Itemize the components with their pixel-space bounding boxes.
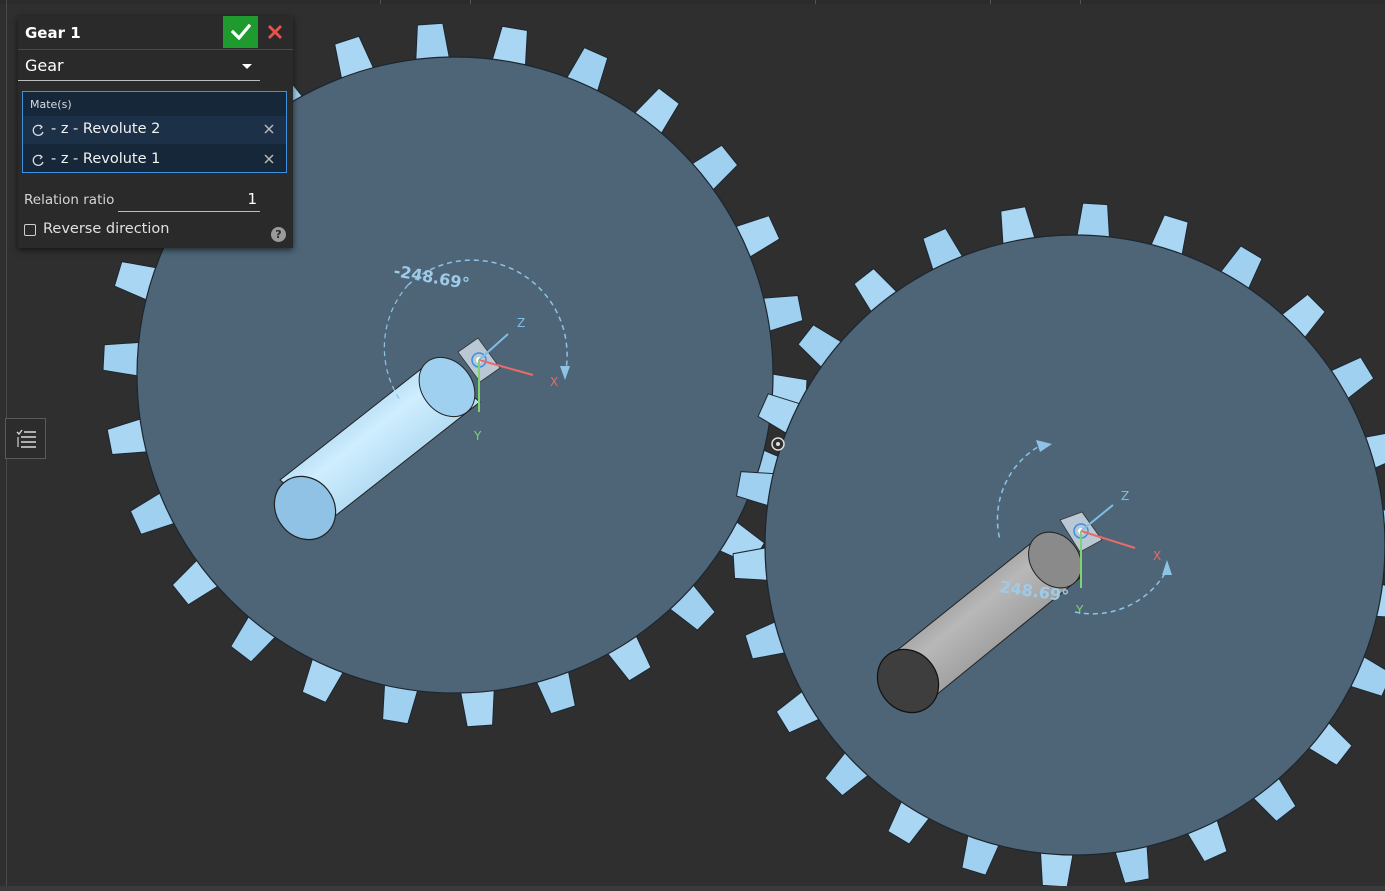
- gear-right[interactable]: 248.69° Z X Y: [732, 202, 1385, 888]
- remove-icon[interactable]: [263, 153, 275, 165]
- relation-ratio-value: 1: [247, 190, 257, 208]
- svg-text:X: X: [1153, 549, 1161, 563]
- accept-button[interactable]: [223, 16, 258, 48]
- close-icon: [268, 25, 282, 39]
- contact-point-marker[interactable]: [771, 437, 785, 451]
- help-icon[interactable]: ?: [271, 227, 286, 242]
- mate-item-label: - z - Revolute 2: [51, 121, 161, 137]
- remove-icon[interactable]: [263, 123, 275, 135]
- mates-label: Mate(s): [30, 98, 72, 111]
- gear-mate-dialog: Gear 1 Gear Mate(s) - z - Revolute 2 - z…: [18, 16, 293, 248]
- svg-text:X: X: [550, 375, 558, 389]
- svg-text:Z: Z: [517, 316, 525, 330]
- reverse-direction-checkbox[interactable]: [24, 224, 36, 236]
- dialog-title: Gear 1: [25, 24, 81, 42]
- cancel-button[interactable]: [260, 16, 290, 48]
- svg-text:Y: Y: [473, 429, 482, 443]
- mates-selection-field[interactable]: Mate(s) - z - Revolute 2 - z - Revolute …: [22, 91, 287, 173]
- list-toggle-button[interactable]: [5, 418, 46, 459]
- check-icon: [230, 24, 251, 40]
- mate-type-dropdown[interactable]: Gear: [18, 54, 260, 81]
- svg-text:Y: Y: [1075, 603, 1084, 617]
- relation-ratio-label: Relation ratio: [24, 192, 115, 208]
- revolute-mate-icon: [32, 124, 44, 136]
- bottom-bar: [0, 886, 1385, 891]
- gear-right-face: [764, 234, 1385, 856]
- mate-item[interactable]: - z - Revolute 2: [23, 116, 286, 144]
- dialog-header: Gear 1: [18, 16, 293, 50]
- mate-type-value: Gear: [25, 56, 64, 75]
- mate-item-label: - z - Revolute 1: [51, 151, 161, 167]
- relation-ratio-input[interactable]: 1: [118, 188, 260, 212]
- revolute-mate-icon: [32, 154, 44, 166]
- reverse-direction-label[interactable]: Reverse direction: [43, 221, 169, 237]
- caret-down-icon: [242, 64, 252, 69]
- svg-text:Z: Z: [1121, 489, 1129, 503]
- list-icon: [16, 429, 36, 448]
- mate-item[interactable]: - z - Revolute 1: [23, 146, 286, 174]
